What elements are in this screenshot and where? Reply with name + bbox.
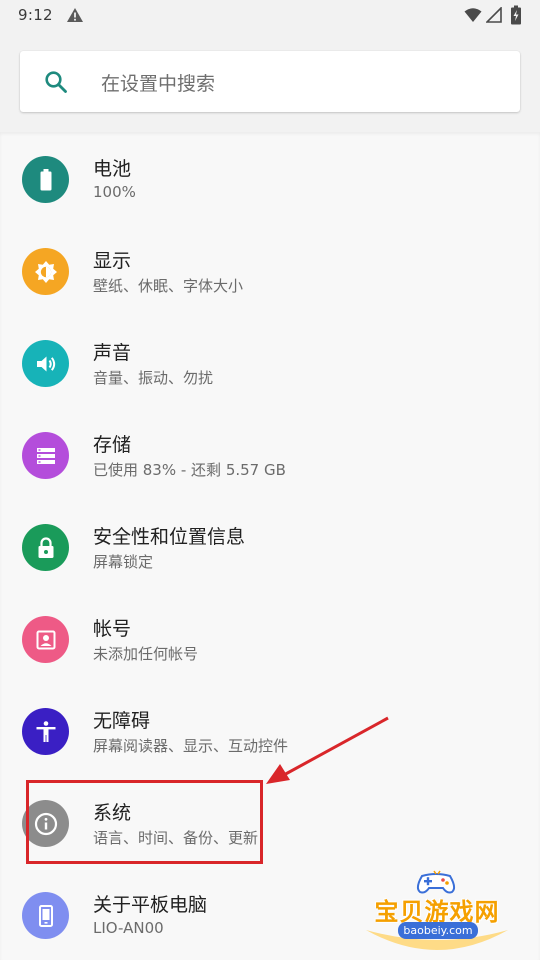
setting-subtitle: 未添加任何帐号 [93, 645, 199, 663]
setting-item-security[interactable]: 安全性和位置信息 屏幕锁定 [0, 500, 540, 592]
pointer-arrow-icon [266, 716, 389, 784]
setting-title: 关于平板电脑 [93, 894, 208, 916]
search-input[interactable]: 在设置中搜索 [101, 69, 215, 96]
tablet-icon [22, 892, 69, 939]
setting-subtitle: 壁纸、休眠、字体大小 [93, 277, 244, 295]
battery-icon [22, 156, 69, 203]
brightness-icon [22, 248, 69, 295]
battery-icon [511, 5, 521, 25]
wifi-icon [464, 8, 482, 22]
setting-title: 显示 [93, 250, 132, 272]
setting-item-storage[interactable]: 存储 已使用 83% - 还剩 5.57 GB [0, 408, 540, 500]
setting-title: 无障碍 [93, 710, 151, 732]
setting-title: 安全性和位置信息 [93, 526, 246, 548]
status-bar: 9:12 [0, 0, 540, 32]
setting-item-display[interactable]: 显示 壁纸、休眠、字体大小 [0, 224, 540, 316]
account-icon [22, 616, 69, 663]
watermark-logo: 宝贝游戏网 baobeiy.com [362, 868, 512, 956]
search-bar[interactable]: 在设置中搜索 [20, 51, 520, 112]
accessibility-icon [22, 708, 69, 755]
lock-icon [22, 524, 69, 571]
setting-item-battery[interactable]: 电池 100% [0, 132, 540, 224]
setting-item-accounts[interactable]: 帐号 未添加任何帐号 [0, 592, 540, 684]
volume-icon [22, 340, 69, 387]
storage-icon [22, 432, 69, 479]
setting-subtitle: 已使用 83% - 还剩 5.57 GB [93, 461, 286, 479]
setting-subtitle: 音量、振动、勿扰 [93, 369, 214, 387]
status-time: 9:12 [18, 6, 53, 24]
search-icon [45, 71, 67, 93]
setting-subtitle: 屏幕锁定 [93, 553, 154, 571]
setting-title: 存储 [93, 434, 132, 456]
setting-subtitle: 100% [93, 183, 136, 201]
signal-icon [486, 7, 502, 23]
setting-subtitle: LIO-AN00 [93, 919, 164, 937]
setting-title: 声音 [93, 342, 132, 364]
setting-item-sound[interactable]: 声音 音量、振动、勿扰 [0, 316, 540, 408]
setting-title: 帐号 [93, 618, 132, 640]
setting-subtitle: 屏幕阅读器、显示、互动控件 [93, 737, 289, 755]
warning-icon [67, 8, 83, 22]
setting-title: 电池 [93, 158, 132, 180]
highlight-box [26, 780, 263, 864]
watermark-url: baobeiy.com [398, 922, 478, 939]
